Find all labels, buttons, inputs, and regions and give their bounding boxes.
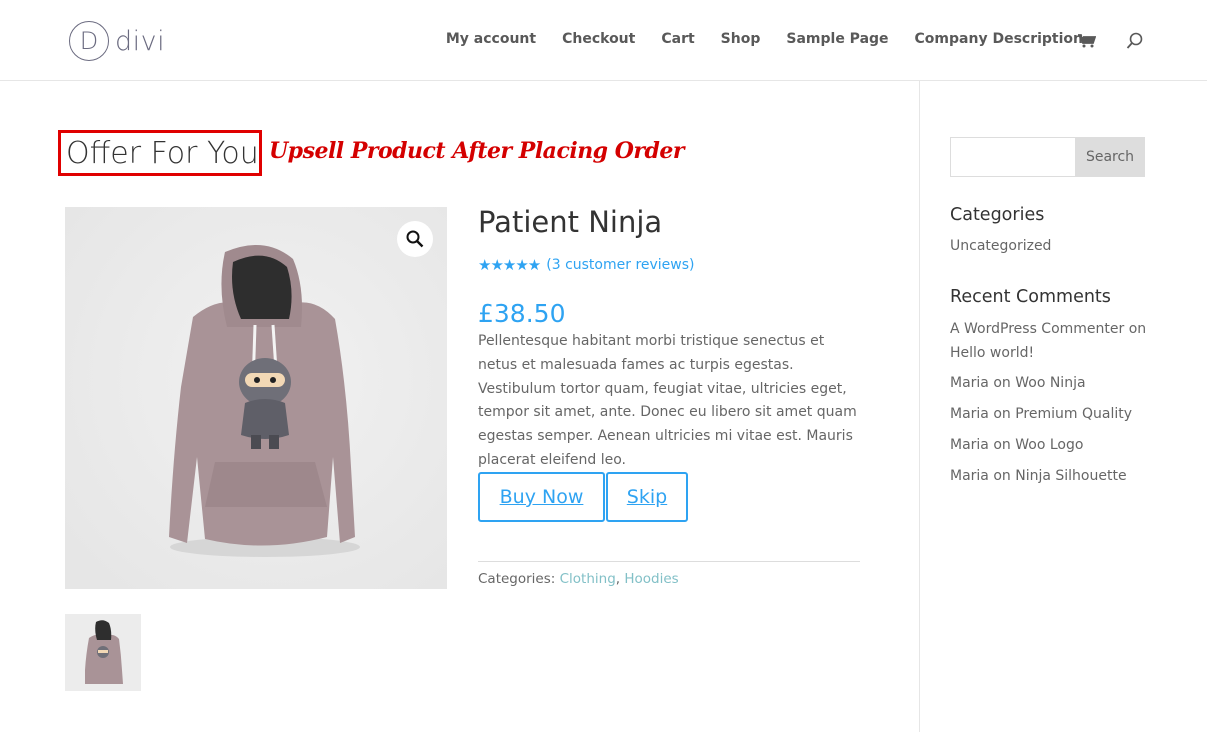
category-link-clothing[interactable]: Clothing [560, 571, 616, 587]
logo-mark: D [69, 21, 109, 61]
nav-checkout[interactable]: Checkout [562, 31, 635, 47]
category-link-hoodies[interactable]: Hoodies [624, 571, 678, 587]
categories-label: Categories: [478, 571, 556, 587]
site-logo[interactable]: D divi [69, 21, 165, 61]
comment-item: A WordPress Commenter on Hello world! [950, 317, 1150, 365]
comment-item: Maria on Woo Logo [950, 433, 1150, 457]
comment-on: on [988, 406, 1016, 422]
skip-button[interactable]: Skip [606, 472, 688, 522]
comment-post-link[interactable]: Woo Logo [1015, 437, 1083, 453]
product-rating: ★★★★★ (3 customer reviews) [478, 256, 695, 274]
sidebar-search-input[interactable] [950, 137, 1076, 177]
nav-cart[interactable]: Cart [661, 31, 694, 47]
comment-on: on [988, 468, 1016, 484]
nav-company-description[interactable]: Company Description [915, 31, 1083, 47]
search-icon[interactable] [1126, 32, 1144, 50]
nav-sample-page[interactable]: Sample Page [786, 31, 888, 47]
nav-shop[interactable]: Shop [721, 31, 761, 47]
sidebar-divider [919, 81, 920, 732]
comment-post-link[interactable]: Premium Quality [1015, 406, 1132, 422]
comment-post-link[interactable]: Woo Ninja [1015, 375, 1085, 391]
product-thumbnail[interactable] [65, 614, 141, 691]
magnifier-icon [406, 230, 424, 248]
cart-icon[interactable] [1078, 34, 1096, 48]
zoom-button[interactable] [397, 221, 433, 257]
reviews-link[interactable]: (3 customer reviews) [546, 257, 694, 273]
recent-comments-title: Recent Comments [950, 287, 1111, 307]
offer-title: Offer For You [66, 136, 259, 171]
comment-post-link[interactable]: Ninja Silhouette [1015, 468, 1126, 484]
comment-author[interactable]: Maria [950, 437, 989, 453]
product-categories: Categories: Clothing, Hoodies [478, 571, 679, 587]
product-image[interactable] [65, 207, 447, 589]
comment-author[interactable]: Maria [950, 375, 989, 391]
product-description: Pellentesque habitant morbi tristique se… [478, 333, 857, 468]
product-title: Patient Ninja [478, 205, 663, 239]
nav-my-account[interactable]: My account [446, 31, 536, 47]
meta-divider [478, 561, 860, 562]
sidebar-category-uncategorized[interactable]: Uncategorized [950, 238, 1051, 254]
star-rating-icon: ★★★★★ [478, 256, 541, 274]
logo-text: divi [115, 25, 166, 57]
comment-post-link[interactable]: Hello world! [950, 345, 1034, 361]
categories-widget-title: Categories [950, 205, 1045, 225]
comment-on: on [988, 437, 1016, 453]
comment-on: on [988, 375, 1016, 391]
offer-annotation: Upsell Product After Placing Order [269, 138, 684, 164]
product-price: £38.50 [478, 299, 566, 328]
site-header: D divi My account Checkout Cart Shop Sam… [0, 0, 1207, 81]
comment-author[interactable]: Maria [950, 468, 989, 484]
comment-author[interactable]: Maria [950, 406, 989, 422]
sidebar-search-button[interactable]: Search [1075, 137, 1145, 177]
thumbnail-illustration [65, 614, 141, 691]
comment-item: Maria on Ninja Silhouette [950, 464, 1150, 488]
buy-now-button[interactable]: Buy Now [478, 472, 605, 522]
comment-author[interactable]: A WordPress Commenter [950, 321, 1124, 337]
comment-on: on [1124, 321, 1147, 337]
comment-item: Maria on Woo Ninja [950, 371, 1150, 395]
comment-item: Maria on Premium Quality [950, 402, 1150, 426]
main-nav: My account Checkout Cart Shop Sample Pag… [446, 31, 1083, 47]
hoodie-illustration [65, 207, 447, 589]
